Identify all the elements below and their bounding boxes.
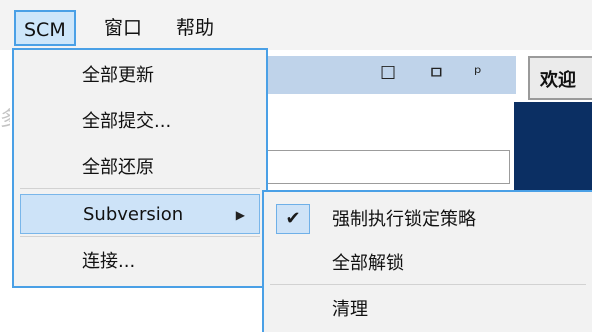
menu-item-label: 清理 (332, 299, 368, 320)
menu-item-label: 连接... (82, 251, 136, 272)
menu-item-revert-all[interactable]: 全部还原 (20, 148, 260, 188)
menu-item-label: 全部解锁 (332, 253, 404, 274)
menu-item-label: Subversion (83, 204, 184, 225)
tab-welcome-label: 欢迎 (540, 70, 576, 91)
tab-welcome[interactable]: 欢迎 (528, 56, 592, 100)
scm-menu: 全部更新 全部提交... 全部还原 Subversion ▶ 连接... (12, 48, 268, 288)
menubar-help[interactable]: 帮助 (168, 10, 222, 46)
dock-icon[interactable]: ㅁ (428, 58, 445, 90)
menu-item-enforce-lock-policy[interactable]: ✔ 强制执行锁定策略 (270, 200, 586, 240)
menu-item-cleanup[interactable]: 清理 (270, 290, 586, 330)
check-icon: ✔ (276, 204, 310, 234)
menu-item-label: 全部更新 (82, 65, 154, 86)
menu-item-unlock-all[interactable]: 全部解锁 (270, 244, 586, 284)
background-fragment: 多 (0, 100, 10, 136)
menu-item-connect[interactable]: 连接... (20, 242, 260, 282)
menu-item-commit-all[interactable]: 全部提交... (20, 102, 260, 142)
menu-bar: SCM 窗口 帮助 (0, 0, 592, 50)
menu-item-label: 强制执行锁定策略 (332, 209, 476, 230)
menu-item-label: 全部提交... (82, 111, 172, 132)
menubar-scm[interactable]: SCM (14, 10, 76, 46)
menu-separator (270, 284, 586, 285)
menubar-window[interactable]: 窗口 (96, 10, 150, 46)
menu-item-subversion[interactable]: Subversion ▶ (20, 194, 260, 234)
menu-item-update-all[interactable]: 全部更新 (20, 56, 260, 96)
welcome-banner (514, 102, 592, 192)
menu-separator (20, 188, 260, 189)
background-input[interactable] (262, 150, 510, 184)
restore-icon[interactable]: ☐ (380, 58, 396, 90)
submenu-arrow-icon: ▶ (235, 208, 245, 222)
pin-icon[interactable]: ᵖ (474, 58, 482, 90)
menu-separator (20, 236, 260, 237)
menu-item-label: 全部还原 (82, 157, 154, 178)
subversion-submenu: ✔ 强制执行锁定策略 全部解锁 清理 (262, 190, 592, 332)
